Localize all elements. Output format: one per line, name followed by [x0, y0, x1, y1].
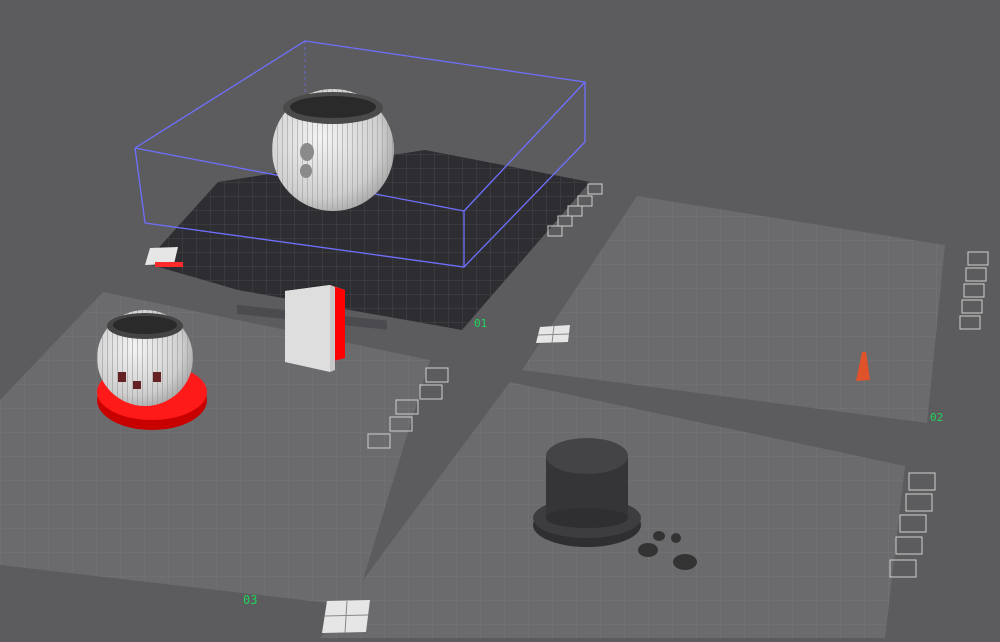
auto-orient-icon[interactable]: [889, 559, 917, 578]
block-object[interactable]: [285, 285, 345, 372]
scene-svg[interactable]: 02 03 01: [0, 0, 1000, 638]
plate-settings-icon[interactable]: [567, 205, 583, 217]
plate-settings-icon[interactable]: [963, 283, 985, 298]
plate-corner-grid-icon[interactable]: [322, 600, 370, 634]
close-icon[interactable]: [908, 472, 936, 491]
auto-arrange-icon[interactable]: [419, 384, 443, 400]
plate-toolbar: [959, 251, 989, 330]
close-icon[interactable]: [587, 183, 603, 195]
plate-label: 03: [243, 593, 257, 607]
lock-icon[interactable]: [895, 536, 923, 555]
auto-arrange-icon[interactable]: [577, 195, 593, 207]
plate-02[interactable]: 02: [522, 196, 989, 424]
top-hat-object[interactable]: [533, 438, 641, 547]
plate-label: 01: [474, 317, 487, 330]
lock-icon[interactable]: [961, 299, 983, 314]
auto-orient-icon[interactable]: [959, 315, 981, 330]
auto-arrange-icon[interactable]: [965, 267, 987, 282]
auto-arrange-icon[interactable]: [905, 493, 933, 512]
3d-viewport[interactable]: 02 03 01: [0, 0, 1000, 638]
plate-corner-grid-icon[interactable]: [536, 325, 570, 344]
hollow-sphere-object[interactable]: [97, 310, 193, 406]
plate-settings-icon[interactable]: [899, 514, 927, 533]
hollow-sphere-object[interactable]: [272, 89, 394, 211]
close-icon[interactable]: [967, 251, 989, 266]
plate-label: 02: [930, 411, 943, 424]
lock-icon[interactable]: [557, 215, 573, 227]
close-icon[interactable]: [425, 367, 449, 383]
plate-01[interactable]: 01: [134, 40, 603, 330]
